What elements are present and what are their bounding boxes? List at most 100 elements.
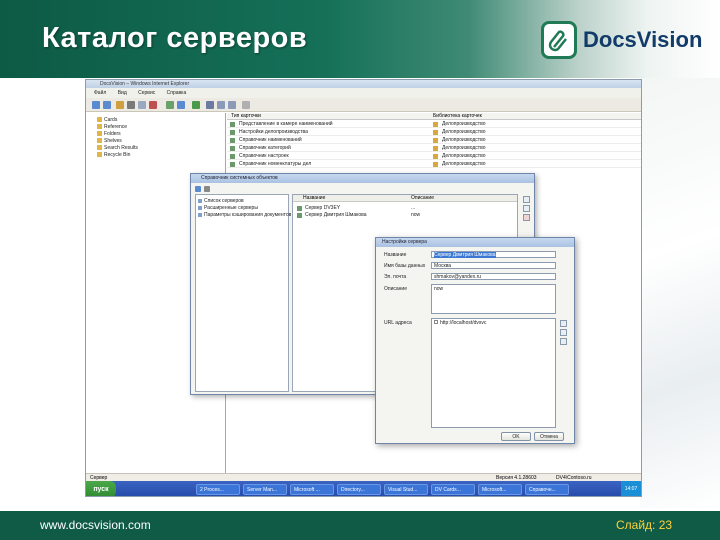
add-icon[interactable] bbox=[523, 196, 530, 203]
description-field[interactable]: now bbox=[431, 284, 556, 314]
email-label: Эл. почта bbox=[384, 274, 407, 280]
table-row[interactable]: Справочник номенклатуры дел Делопроизводс… bbox=[227, 161, 641, 168]
forward-icon[interactable] bbox=[103, 101, 111, 109]
view-icon[interactable] bbox=[206, 101, 214, 109]
taskbar-item[interactable]: Visual Stud... bbox=[384, 484, 428, 495]
taskbar-item[interactable]: DV Cards... bbox=[431, 484, 475, 495]
paperclip-logo-icon bbox=[541, 21, 577, 59]
dialog-title: Настройки сервера bbox=[376, 238, 574, 247]
column-header-name[interactable]: Название bbox=[303, 195, 325, 202]
tree-item-reference[interactable]: Reference bbox=[96, 124, 127, 130]
table-row[interactable]: Настройки делопроизводства Делопроизводст… bbox=[227, 129, 641, 136]
tree-item-recycle-bin[interactable]: Recycle Bin bbox=[96, 152, 130, 158]
start-button[interactable]: пуск bbox=[86, 481, 116, 496]
ok-button[interactable]: OK bbox=[501, 432, 531, 441]
tree-item-search-results[interactable]: Search Results bbox=[97, 145, 138, 151]
cancel-button[interactable]: Отмена bbox=[534, 432, 564, 441]
dialog-title: Справочник системных объектов bbox=[191, 174, 534, 183]
column-header-library[interactable]: Библиотека карточек bbox=[433, 113, 482, 120]
menu-bar: Файл Вид Сервис Справка bbox=[86, 88, 641, 98]
checkbox-icon[interactable] bbox=[434, 320, 438, 324]
nav-item-server-list[interactable]: Список серверов bbox=[198, 198, 244, 204]
db-field[interactable]: Москва bbox=[431, 262, 556, 269]
list-view-icon[interactable] bbox=[217, 101, 225, 109]
status-bar: Сервер Версия 4.1.28603 DV4\Contoso.ru bbox=[86, 473, 641, 481]
url-label: URL адреса bbox=[384, 320, 412, 326]
table-row[interactable]: Представление в камере наименований Делоп… bbox=[227, 121, 641, 128]
slide-number: Слайд: 23 bbox=[616, 518, 673, 532]
card-icon bbox=[230, 154, 235, 159]
library-icon bbox=[433, 138, 438, 143]
edit-icon[interactable] bbox=[523, 205, 530, 212]
add-url-icon[interactable] bbox=[560, 320, 567, 327]
cut-icon[interactable] bbox=[127, 101, 135, 109]
back-icon[interactable] bbox=[92, 101, 100, 109]
table-row[interactable]: Справочник настроек Делопроизводство bbox=[227, 153, 641, 160]
logo-text: DocsVision bbox=[583, 27, 703, 52]
folder-icon[interactable] bbox=[116, 101, 124, 109]
details-view-icon[interactable] bbox=[228, 101, 236, 109]
table-row[interactable]: Справочник наименований Делопроизводство bbox=[227, 137, 641, 144]
dialog-nav-list: Список серверов Расширенные серверы Пара… bbox=[195, 194, 291, 392]
taskbar-item[interactable]: Справочн... bbox=[525, 484, 569, 495]
library-icon bbox=[433, 154, 438, 159]
tree-item-cards[interactable]: Cards bbox=[96, 117, 117, 123]
taskbar-item[interactable]: Server Man... bbox=[243, 484, 287, 495]
copy-icon[interactable] bbox=[138, 101, 146, 109]
card-icon bbox=[230, 146, 235, 151]
taskbar-item[interactable]: Microsoft ... bbox=[290, 484, 334, 495]
refresh-icon[interactable] bbox=[192, 101, 200, 109]
properties-icon[interactable] bbox=[177, 101, 185, 109]
delete-icon[interactable] bbox=[523, 214, 530, 221]
taskbar-clock: 14:07 bbox=[621, 481, 641, 496]
dialog-toolbar bbox=[195, 185, 295, 194]
table-header: Название Описание bbox=[293, 195, 517, 202]
taskbar-item[interactable]: Directory... bbox=[337, 484, 381, 495]
library-icon bbox=[433, 162, 438, 167]
taskbar-item[interactable]: 2 Proces... bbox=[196, 484, 240, 495]
column-header-description[interactable]: Описание bbox=[411, 195, 434, 202]
remove-url-icon[interactable] bbox=[560, 338, 567, 345]
settings-icon[interactable] bbox=[242, 101, 250, 109]
edit-url-icon[interactable] bbox=[560, 329, 567, 336]
menu-help[interactable]: Справка bbox=[167, 90, 187, 96]
nav-item-caching-params[interactable]: Параметры кэширования документов bbox=[197, 212, 291, 218]
slide-footer: www.docsvision.com Слайд: 23 bbox=[0, 511, 720, 540]
server-settings-dialog: Настройки сервера Название Сервер Дмитри… bbox=[375, 237, 575, 444]
server-icon bbox=[297, 206, 302, 211]
tree-item-folders[interactable]: Folders bbox=[97, 131, 121, 137]
delete-icon[interactable] bbox=[149, 101, 157, 109]
name-label: Название bbox=[384, 252, 407, 258]
name-field[interactable]: Сервер Дмитрия Шмакова bbox=[431, 251, 556, 258]
app-screenshot: DocsVision – Windows Internet Explorer Ф… bbox=[85, 79, 642, 497]
save-icon[interactable] bbox=[195, 186, 201, 192]
decorative-background bbox=[640, 78, 720, 508]
taskbar-item[interactable]: Microsoft... bbox=[478, 484, 522, 495]
email-field[interactable]: shmakov@yandex.ru bbox=[431, 273, 556, 280]
table-row[interactable]: Сервер Дмитрия Шмакова now bbox=[293, 212, 517, 219]
library-icon bbox=[433, 146, 438, 151]
menu-file[interactable]: Файл bbox=[94, 90, 106, 96]
library-icon bbox=[433, 122, 438, 127]
library-icon bbox=[433, 130, 438, 135]
windows-taskbar: пуск 2 Proces... Server Man... Microsoft… bbox=[86, 481, 641, 496]
column-header-card-type[interactable]: Тип карточки bbox=[231, 113, 261, 120]
card-icon bbox=[230, 162, 235, 167]
menu-tools[interactable]: Сервис bbox=[138, 90, 155, 96]
description-label: Описание bbox=[384, 286, 408, 292]
close-icon[interactable] bbox=[204, 186, 210, 192]
card-icon bbox=[230, 130, 235, 135]
toolbar bbox=[86, 98, 641, 112]
slide-title: Каталог серверов bbox=[42, 22, 308, 54]
footer-url[interactable]: www.docsvision.com bbox=[40, 518, 151, 532]
db-label: Имя базы данных bbox=[384, 263, 426, 269]
url-list[interactable]: http://localhost/dvsvc bbox=[431, 318, 556, 428]
nav-item-extended-servers[interactable]: Расширенные серверы bbox=[198, 205, 258, 211]
new-card-icon[interactable] bbox=[166, 101, 174, 109]
table-row[interactable]: Справочник категорий Делопроизводство bbox=[227, 145, 641, 152]
card-icon bbox=[230, 122, 235, 127]
tree-item-shelves[interactable]: Shelves bbox=[97, 138, 122, 144]
table-row[interactable]: Сервер DV3EY ... bbox=[293, 205, 517, 212]
menu-view[interactable]: Вид bbox=[118, 90, 127, 96]
server-icon bbox=[297, 213, 302, 218]
